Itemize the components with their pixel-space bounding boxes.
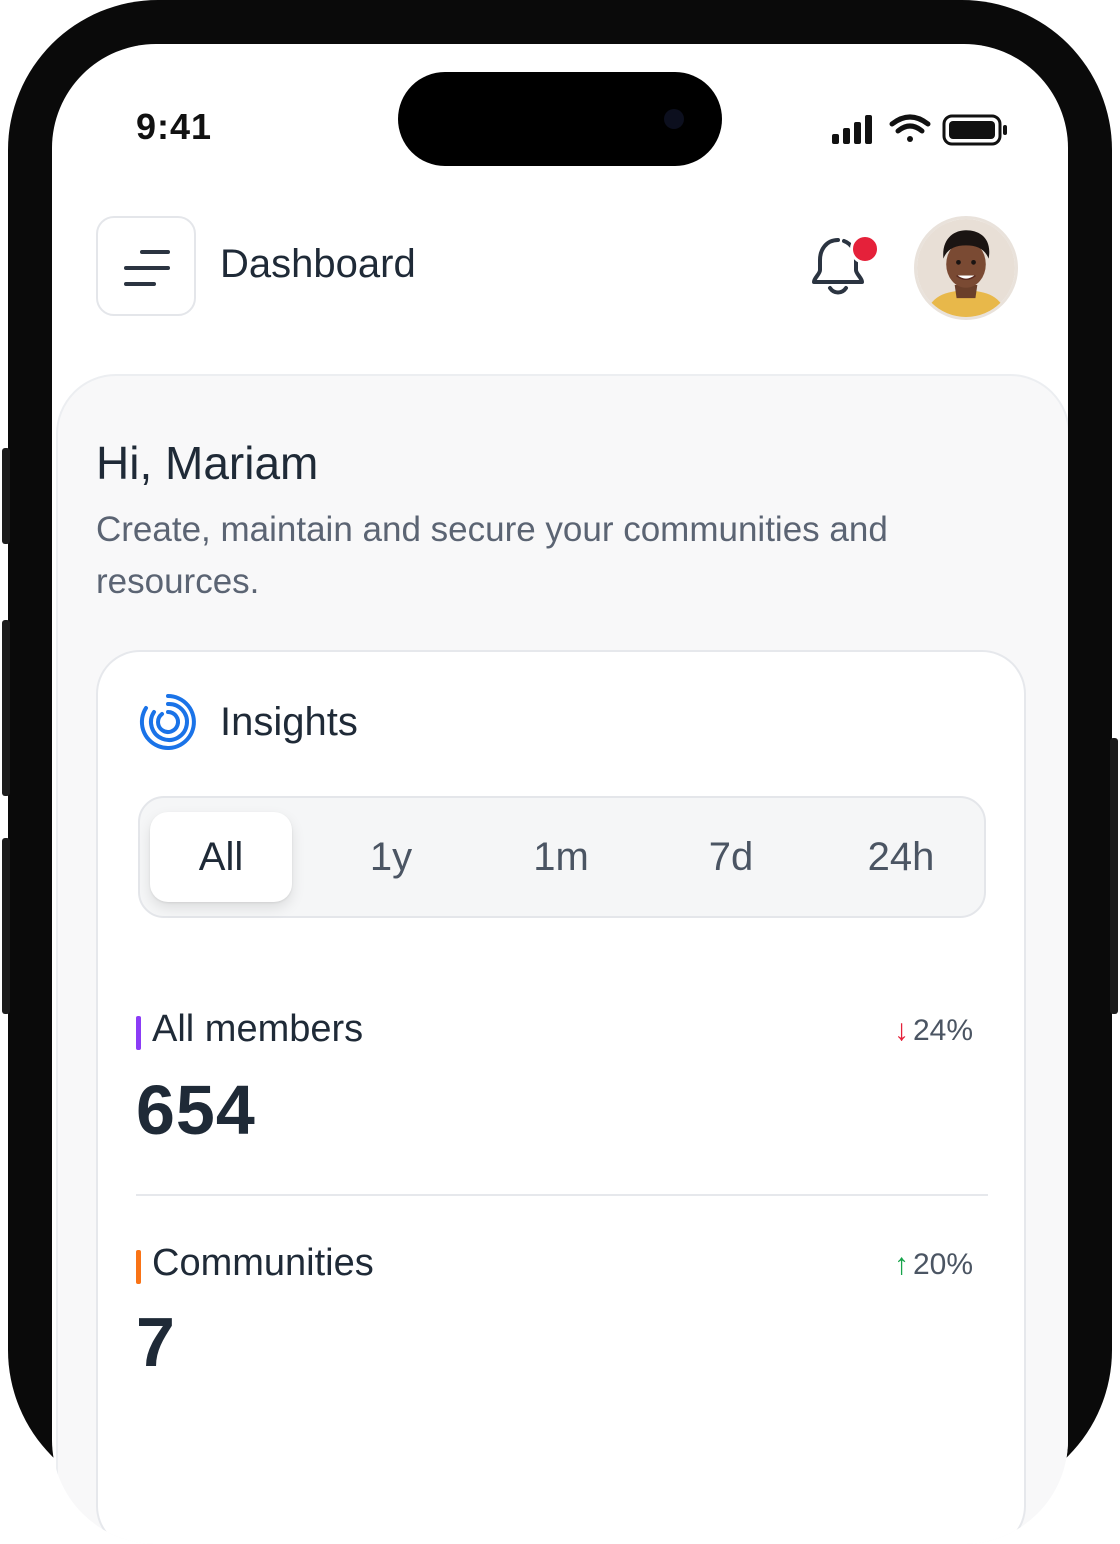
metric-value-communities: 7 — [136, 1303, 176, 1381]
dynamic-island — [398, 72, 722, 166]
period-selector: All 1y 1m 7d 24h — [138, 796, 986, 918]
arrow-down-icon: ↓ — [894, 1014, 909, 1047]
insights-title: Insights — [220, 700, 358, 744]
metric-change-value: 20% — [913, 1248, 974, 1281]
wifi-icon — [889, 114, 931, 142]
period-tab-24h[interactable]: 24h — [830, 812, 972, 902]
status-time: 9:41 — [136, 106, 213, 147]
metric-label-all-members: All members — [152, 1008, 364, 1050]
page-title: Dashboard — [220, 242, 416, 286]
metric-change-value: 24% — [913, 1014, 974, 1047]
arrow-up-icon: ↑ — [894, 1248, 909, 1281]
power-button — [1110, 738, 1118, 1014]
metric-divider — [136, 1194, 988, 1196]
user-avatar — [917, 219, 1015, 317]
camera-icon — [664, 109, 684, 129]
status-icons — [832, 114, 1007, 146]
metric-value-all-members: 654 — [136, 1071, 256, 1149]
menu-button[interactable] — [96, 216, 196, 316]
period-tab-all[interactable]: All — [150, 812, 292, 902]
greeting-subtitle: Create, maintain and secure your communi… — [96, 510, 888, 601]
period-tab-1m[interactable]: 1m — [490, 812, 632, 902]
metric-accent-bar — [136, 1016, 141, 1050]
notification-dot — [850, 234, 880, 264]
silent-switch — [2, 448, 10, 544]
volume-down-button — [2, 838, 10, 1014]
phone-screen: 9:41 Dashboard Hi, Mariam Create, mainta… — [52, 44, 1068, 1544]
battery-icon — [942, 114, 1007, 146]
insights-spiral-icon — [139, 694, 196, 750]
volume-up-button — [2, 620, 10, 796]
cellular-signal-icon — [832, 115, 872, 144]
menu-icon — [124, 250, 170, 286]
metric-accent-bar — [136, 1250, 141, 1284]
metric-change-communities: ↑ 20% — [894, 1248, 973, 1282]
metric-change-all-members: ↓ 24% — [894, 1014, 973, 1048]
period-tab-1y[interactable]: 1y — [320, 812, 462, 902]
avatar[interactable] — [914, 216, 1018, 320]
greeting-title: Hi, Mariam — [96, 437, 319, 489]
period-tab-7d[interactable]: 7d — [660, 812, 802, 902]
metric-label-communities: Communities — [152, 1242, 374, 1284]
